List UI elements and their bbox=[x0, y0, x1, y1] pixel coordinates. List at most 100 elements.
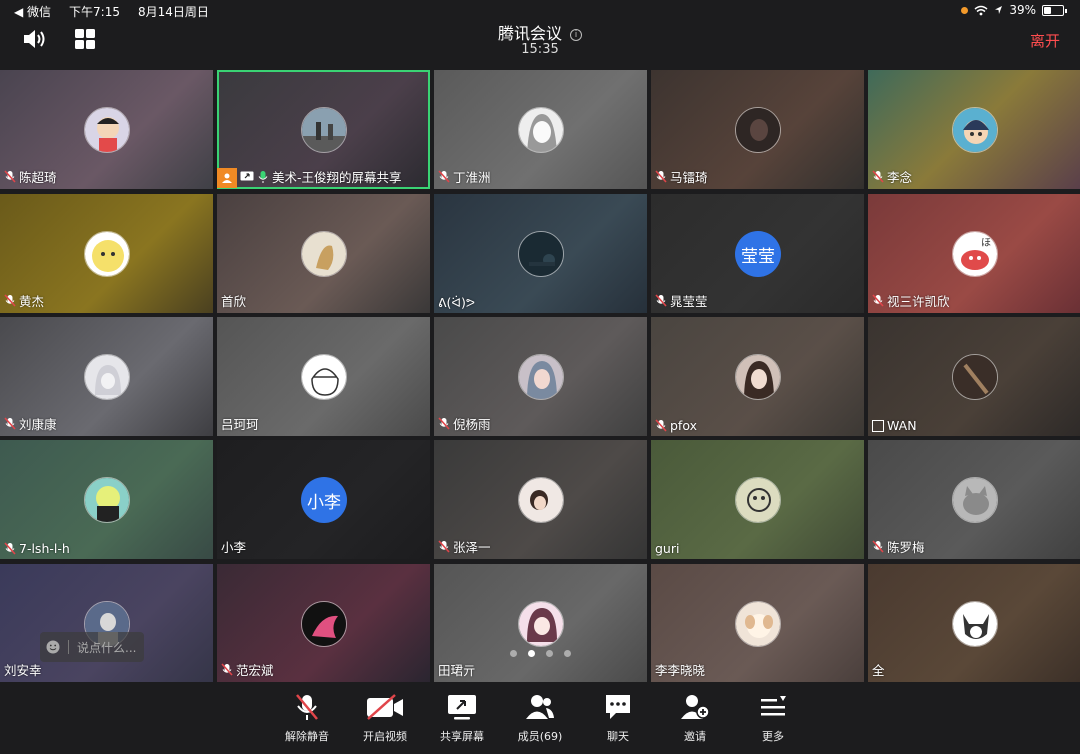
participant-tile[interactable]: 7-lsh-l-h bbox=[0, 440, 213, 559]
participant-avatar bbox=[84, 107, 130, 153]
svg-text:ほ: ほ bbox=[981, 237, 991, 249]
share-button[interactable]: 共享屏幕 bbox=[427, 692, 497, 744]
participant-tile[interactable]: 小李 小李 bbox=[217, 440, 430, 559]
participant-avatar bbox=[301, 231, 347, 277]
participant-tile[interactable]: 陈罗梅 bbox=[868, 440, 1080, 559]
participant-name: 视三许凯欣 bbox=[887, 294, 950, 309]
participant-tile[interactable]: 张泽一 bbox=[434, 440, 647, 559]
status-bar: ◀ 微信 下午7:15 8月14日周日 39% bbox=[0, 0, 1080, 20]
participant-avatar bbox=[518, 601, 564, 647]
participant-tile[interactable]: guri bbox=[651, 440, 864, 559]
meeting-title-text: 腾讯会议 bbox=[497, 24, 562, 43]
checkbox-icon bbox=[872, 419, 884, 432]
participant-name: 吕珂珂 bbox=[221, 417, 259, 432]
participant-name-bar: 晁莹莹 bbox=[655, 291, 708, 310]
participant-tile[interactable]: 田珺亓 bbox=[434, 564, 647, 682]
participant-name-bar: 陈罗梅 bbox=[872, 537, 925, 556]
screen-share-icon bbox=[240, 171, 254, 180]
participant-tile[interactable]: 丁淮洲 bbox=[434, 70, 647, 189]
participant-tile[interactable]: 陈超琦 bbox=[0, 70, 213, 189]
video-label: 开启视频 bbox=[363, 730, 407, 743]
participant-name: 李念 bbox=[887, 170, 913, 185]
mic-muted-icon bbox=[4, 293, 16, 307]
participant-name: 张泽一 bbox=[453, 540, 491, 555]
invite-button[interactable]: 邀请 bbox=[660, 692, 730, 744]
participant-name-bar: 马镭琦 bbox=[655, 167, 708, 186]
participant-name: 陈超琦 bbox=[19, 170, 57, 185]
page-dot[interactable] bbox=[510, 650, 517, 657]
participant-name: 范宏斌 bbox=[236, 663, 274, 678]
participant-avatar bbox=[518, 477, 564, 523]
participant-tile[interactable]: 美术-王俊翔的屏幕共享 bbox=[217, 70, 430, 189]
participant-avatar bbox=[301, 107, 347, 153]
quick-chat-input[interactable]: 说点什么... bbox=[40, 632, 144, 662]
mic-muted-icon bbox=[438, 169, 450, 183]
emoji-icon[interactable] bbox=[46, 640, 60, 654]
participant-tile[interactable]: ᕕ(ᐛ)ᕗ bbox=[434, 194, 647, 313]
participant-tile[interactable]: 李李晓晓 bbox=[651, 564, 864, 682]
participant-tile[interactable]: 李念 bbox=[868, 70, 1080, 189]
meeting-title[interactable]: 腾讯会议 i bbox=[0, 20, 1080, 44]
participant-avatar bbox=[735, 601, 781, 647]
leave-button[interactable]: 离开 bbox=[1030, 30, 1060, 51]
participant-tile[interactable]: 黄杰 bbox=[0, 194, 213, 313]
unmute-label: 解除静音 bbox=[285, 730, 329, 743]
participant-avatar bbox=[84, 477, 130, 523]
video-button[interactable]: 开启视频 bbox=[350, 692, 420, 744]
participant-name: 田珺亓 bbox=[438, 663, 476, 678]
participant-avatar bbox=[301, 354, 347, 400]
participant-tile[interactable]: 吕珂珂 bbox=[217, 317, 430, 436]
mic-muted-icon bbox=[655, 418, 667, 432]
invite-icon bbox=[681, 695, 710, 719]
more-button[interactable]: 更多 bbox=[738, 692, 808, 744]
participant-tile[interactable]: WAN bbox=[868, 317, 1080, 436]
participant-avatar bbox=[301, 601, 347, 647]
participant-tile[interactable]: 莹莹 晁莹莹 bbox=[651, 194, 864, 313]
battery-percent: 39% bbox=[1009, 3, 1036, 17]
participant-tile[interactable]: 刘安幸 bbox=[0, 564, 213, 682]
page-dot[interactable] bbox=[528, 650, 535, 657]
participant-name-bar: pfox bbox=[655, 418, 697, 433]
participant-tile[interactable]: 倪杨雨 bbox=[434, 317, 647, 436]
participant-name-bar: 首欣 bbox=[221, 291, 246, 310]
participant-name-bar: ᕕ(ᐛ)ᕗ bbox=[438, 295, 475, 310]
members-button[interactable]: 成员(69) bbox=[505, 692, 575, 744]
participant-name: 倪杨雨 bbox=[453, 417, 491, 432]
participant-tile[interactable]: 马镭琦 bbox=[651, 70, 864, 189]
unmute-button[interactable]: 解除静音 bbox=[272, 692, 342, 744]
participant-name: 7-lsh-l-h bbox=[19, 541, 70, 556]
more-icon bbox=[761, 696, 786, 716]
participant-avatar bbox=[952, 107, 998, 153]
participant-tile[interactable]: 范宏斌 bbox=[217, 564, 430, 682]
mic-muted-icon bbox=[438, 539, 450, 553]
meeting-duration: 15:35 bbox=[521, 42, 559, 57]
participant-name: 陈罗梅 bbox=[887, 540, 925, 555]
location-icon bbox=[995, 6, 1003, 14]
participant-name: 小李 bbox=[221, 540, 247, 555]
share-screen-icon bbox=[448, 695, 476, 720]
participant-tile[interactable]: ほ视三许凯欣 bbox=[868, 194, 1080, 313]
info-icon[interactable]: i bbox=[570, 29, 582, 41]
mic-muted-icon bbox=[4, 169, 16, 183]
participant-name: 丁淮洲 bbox=[453, 170, 491, 185]
page-dot[interactable] bbox=[546, 650, 553, 657]
mic-muted-icon bbox=[221, 662, 233, 676]
participant-avatar bbox=[84, 354, 130, 400]
page-indicator[interactable] bbox=[510, 650, 571, 657]
participant-avatar bbox=[735, 107, 781, 153]
mic-muted-icon bbox=[872, 539, 884, 553]
chat-button[interactable]: 聊天 bbox=[583, 692, 653, 744]
participant-tile[interactable]: 刘康康 bbox=[0, 317, 213, 436]
participant-tile[interactable]: pfox bbox=[651, 317, 864, 436]
page-dot[interactable] bbox=[564, 650, 571, 657]
members-label: 成员(69) bbox=[517, 730, 563, 743]
host-badge-icon bbox=[217, 168, 237, 188]
participant-name: 全 bbox=[872, 663, 885, 678]
members-icon bbox=[526, 695, 554, 719]
participant-name-bar: WAN bbox=[872, 418, 917, 433]
participant-tile[interactable]: 全 bbox=[868, 564, 1080, 682]
camera-off-icon bbox=[367, 694, 403, 720]
participant-tile[interactable]: 首欣 bbox=[217, 194, 430, 313]
participant-avatar bbox=[518, 231, 564, 277]
participant-name-bar: 小李 bbox=[221, 537, 246, 556]
